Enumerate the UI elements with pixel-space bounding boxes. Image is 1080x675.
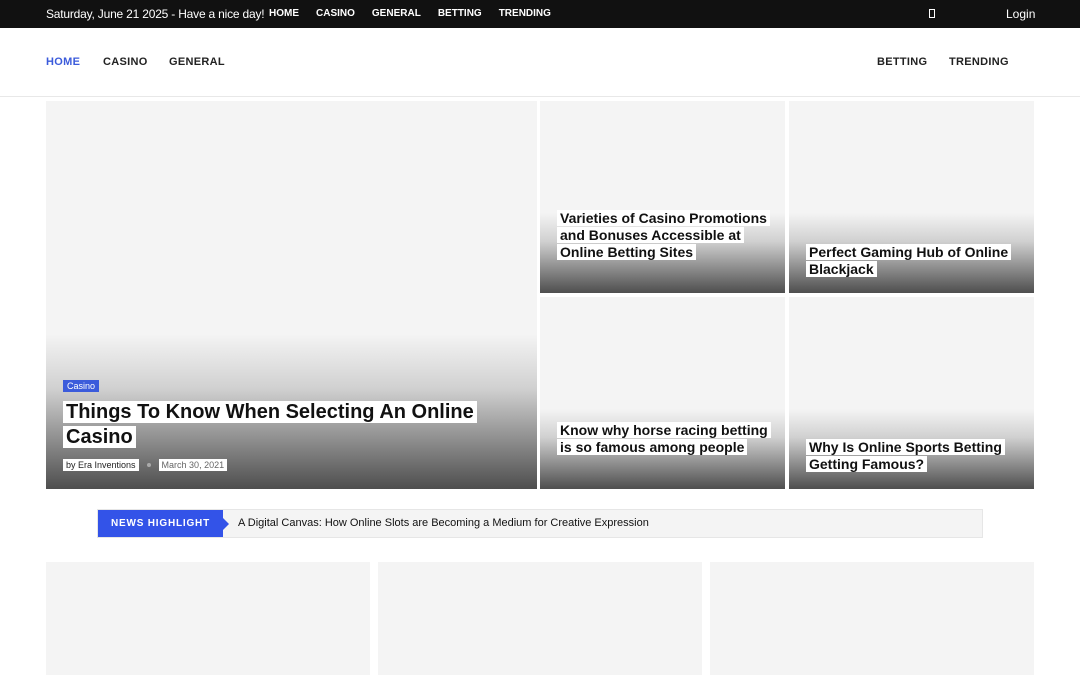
post-title[interactable]: Perfect Gaming Hub of Online Blackjack — [806, 244, 1021, 278]
category-badge[interactable]: Casino — [63, 380, 100, 392]
top-link-casino[interactable]: CASINO — [316, 8, 355, 19]
nav-home[interactable]: HOME — [46, 56, 80, 68]
square-icon[interactable] — [929, 9, 935, 18]
nav-trending[interactable]: TRENDING — [949, 56, 1009, 68]
featured-title[interactable]: Things To Know When Selecting An Online … — [63, 400, 523, 450]
post-card[interactable]: Know why horse racing betting is so famo… — [540, 297, 785, 489]
post-card-placeholder[interactable] — [378, 562, 702, 675]
top-bar: Saturday, June 21 2025 - Have a nice day… — [0, 0, 1080, 28]
news-headline-link[interactable]: A Digital Canvas: How Online Slots are B… — [238, 517, 649, 529]
nav-betting[interactable]: BETTING — [877, 56, 927, 68]
post-card-placeholder[interactable] — [46, 562, 370, 675]
date-text: Saturday, June 21 2025 - Have a nice day… — [46, 7, 265, 21]
top-link-home[interactable]: HOME — [269, 8, 299, 19]
top-links: HOME CASINO GENERAL BETTING TRENDING — [269, 8, 568, 19]
post-card[interactable]: Why Is Online Sports Betting Getting Fam… — [789, 297, 1034, 489]
post-meta: by Era Inventions March 30, 2021 — [63, 459, 228, 471]
post-title[interactable]: Why Is Online Sports Betting Getting Fam… — [806, 439, 1021, 473]
post-title[interactable]: Know why horse racing betting is so famo… — [557, 422, 772, 456]
top-link-betting[interactable]: BETTING — [438, 8, 482, 19]
featured-post[interactable]: Casino Things To Know When Selecting An … — [46, 101, 537, 489]
top-link-general[interactable]: GENERAL — [372, 8, 421, 19]
post-card[interactable]: Perfect Gaming Hub of Online Blackjack — [789, 101, 1034, 293]
post-card-placeholder[interactable] — [710, 562, 1034, 675]
post-title[interactable]: Varieties of Casino Promotions and Bonus… — [557, 210, 772, 261]
post-date: March 30, 2021 — [158, 459, 228, 471]
post-author[interactable]: by Era Inventions — [63, 459, 139, 471]
news-highlight-label: NEWS HIGHLIGHT — [98, 510, 229, 537]
news-highlight-bar: NEWS HIGHLIGHT A Digital Canvas: How Onl… — [97, 509, 983, 538]
post-card[interactable]: Varieties of Casino Promotions and Bonus… — [540, 101, 785, 293]
top-link-trending[interactable]: TRENDING — [499, 8, 551, 19]
nav-general[interactable]: GENERAL — [169, 56, 225, 68]
login-link[interactable]: Login — [1006, 7, 1035, 21]
main-nav: HOME CASINO GENERAL BETTING TRENDING — [0, 28, 1080, 97]
meta-separator — [146, 463, 151, 467]
nav-casino[interactable]: CASINO — [103, 56, 148, 68]
